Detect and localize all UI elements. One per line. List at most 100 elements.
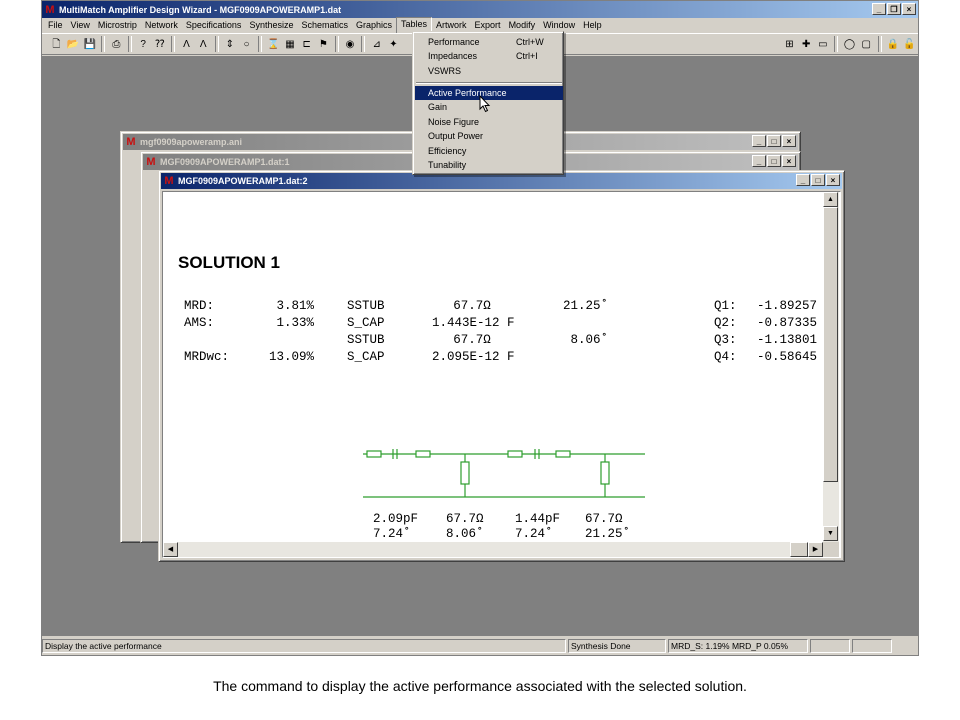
- horizontal-scrollbar[interactable]: ◀ ▶: [163, 542, 823, 557]
- menu-item-performance[interactable]: Performance Ctrl+W: [415, 35, 563, 49]
- match-b-icon[interactable]: Λ: [195, 36, 212, 53]
- toolbar-separator: [361, 36, 366, 52]
- restore-button[interactable]: ❐: [887, 3, 901, 15]
- solution-heading: SOLUTION 1: [178, 253, 281, 272]
- maximize-button[interactable]: □: [767, 155, 781, 167]
- resize-icon[interactable]: ⇕: [222, 36, 239, 53]
- maximize-button[interactable]: □: [811, 174, 825, 186]
- row-value: 13.09%: [268, 350, 314, 364]
- row-value: 1.33%: [276, 316, 314, 330]
- toolbar-separator: [171, 36, 176, 52]
- vertical-scrollbar[interactable]: ▲ ▼: [823, 192, 839, 542]
- window-title: mgf0909apoweramp.ani: [140, 137, 243, 147]
- scroll-right-icon[interactable]: ▶: [808, 542, 823, 557]
- menu-item-efficiency[interactable]: Efficiency: [415, 144, 563, 158]
- window-title-bar[interactable]: M MGF0909APOWERAMP1.dat:2 _ □ ×: [161, 173, 842, 189]
- toolbar-separator: [257, 36, 262, 52]
- menu-synthesize[interactable]: Synthesize: [245, 18, 297, 33]
- menu-help[interactable]: Help: [579, 18, 606, 33]
- tool-icon[interactable]: ✦: [385, 36, 402, 53]
- unlock-icon[interactable]: 🔓: [901, 36, 918, 53]
- q-label: Q2:: [714, 316, 737, 330]
- row-label: AMS:: [184, 316, 215, 330]
- menu-graphics[interactable]: Graphics: [352, 18, 396, 33]
- scroll-down-icon[interactable]: ▼: [823, 526, 838, 541]
- bracket-icon[interactable]: ⊏: [298, 36, 315, 53]
- menu-schematics[interactable]: Schematics: [297, 18, 352, 33]
- window-logo-icon: M: [126, 136, 136, 148]
- lock-icon[interactable]: 🔒: [885, 36, 902, 53]
- scroll-thumb[interactable]: [823, 207, 838, 482]
- menu-item-label: Gain: [428, 102, 448, 112]
- menu-item-label: Impedances: [428, 51, 478, 61]
- menu-item-label: Efficiency: [428, 146, 467, 156]
- main-title-bar[interactable]: M MultiMatch Amplifier Design Wizard - M…: [42, 1, 918, 18]
- menu-item-label: VSWRS: [428, 66, 462, 76]
- q-value: -1.89257: [757, 299, 818, 313]
- flag-icon[interactable]: ⚑: [315, 36, 332, 53]
- schematic-label: 7.24˚: [373, 527, 411, 541]
- close-button[interactable]: ×: [782, 135, 796, 147]
- schematic-label: 8.06˚: [446, 527, 484, 541]
- cap-icon[interactable]: ▭: [814, 36, 831, 53]
- circle-icon[interactable]: ○: [238, 36, 255, 53]
- minimize-button[interactable]: _: [752, 155, 766, 167]
- element-value: 1.443E-12 F: [432, 316, 515, 330]
- element-type: S_CAP: [347, 350, 385, 364]
- status-bar: Display the active performance Synthesis…: [42, 637, 918, 655]
- menu-network[interactable]: Network: [141, 18, 182, 33]
- element-angle: 8.06˚: [570, 333, 608, 347]
- mdi-window-dat2[interactable]: M MGF0909APOWERAMP1.dat:2 _ □ × SOLUTION…: [158, 170, 845, 562]
- solution-view[interactable]: SOLUTION 1 MRD: 3.81% SSTUB 67.7Ω 21.25˚…: [162, 191, 841, 558]
- square-icon[interactable]: ▢: [858, 36, 875, 53]
- minimize-button[interactable]: _: [872, 3, 886, 15]
- menu-view[interactable]: View: [67, 18, 94, 33]
- element-value: 67.7Ω: [453, 299, 491, 313]
- scroll-up-icon[interactable]: ▲: [823, 192, 838, 207]
- pin-icon[interactable]: ⊿: [368, 36, 385, 53]
- scroll-left-icon[interactable]: ◀: [163, 542, 178, 557]
- grid-icon[interactable]: ▦: [282, 36, 299, 53]
- help-icon[interactable]: ?: [135, 36, 152, 53]
- scroll-thumb[interactable]: [790, 542, 808, 557]
- menu-item-tunability[interactable]: Tunability: [415, 158, 563, 172]
- close-button[interactable]: ×: [826, 174, 840, 186]
- new-file-icon[interactable]: 🗋: [48, 36, 65, 53]
- app-logo-icon: M: [45, 3, 55, 16]
- menu-separator: [416, 82, 562, 84]
- window-logo-icon: M: [164, 175, 174, 187]
- close-button[interactable]: ×: [782, 155, 796, 167]
- menu-item-label: Noise Figure: [428, 117, 480, 127]
- minimize-button[interactable]: _: [796, 174, 810, 186]
- menu-specifications[interactable]: Specifications: [182, 18, 246, 33]
- menu-item-noise-figure[interactable]: Noise Figure: [415, 115, 563, 129]
- toolbar-separator: [834, 36, 839, 52]
- status-panel: [810, 639, 850, 653]
- ring-icon[interactable]: ◯: [841, 36, 858, 53]
- menu-microstrip[interactable]: Microstrip: [94, 18, 141, 33]
- menu-item-output-power[interactable]: Output Power: [415, 129, 563, 143]
- maximize-button[interactable]: □: [767, 135, 781, 147]
- context-help-icon[interactable]: ⁇: [151, 36, 168, 53]
- q-label: Q1:: [714, 299, 737, 313]
- status-state: Synthesis Done: [568, 639, 666, 653]
- hourglass-icon[interactable]: ⌛: [265, 36, 282, 53]
- print-icon[interactable]: ⎙: [108, 36, 125, 53]
- menu-item-impedances[interactable]: Impedances Ctrl+I: [415, 49, 563, 63]
- window-logo-icon: M: [146, 156, 156, 168]
- figure-caption: The command to display the active perfor…: [213, 678, 747, 694]
- match-a-icon[interactable]: Λ: [178, 36, 195, 53]
- mouse-pointer-icon: [479, 95, 491, 113]
- node-icon[interactable]: ✚: [798, 36, 815, 53]
- target-icon[interactable]: ◉: [342, 36, 359, 53]
- menu-file[interactable]: File: [44, 18, 67, 33]
- element-angle: 21.25˚: [562, 299, 608, 313]
- component-icon[interactable]: ⊞: [781, 36, 798, 53]
- open-folder-icon[interactable]: 📂: [65, 36, 82, 53]
- close-button[interactable]: ×: [902, 3, 916, 15]
- save-icon[interactable]: 💾: [81, 36, 98, 53]
- minimize-button[interactable]: _: [752, 135, 766, 147]
- toolbar-separator: [214, 36, 219, 52]
- menu-item-vswrs[interactable]: VSWRS: [415, 64, 563, 78]
- window-title: MGF0909APOWERAMP1.dat:2: [178, 176, 308, 186]
